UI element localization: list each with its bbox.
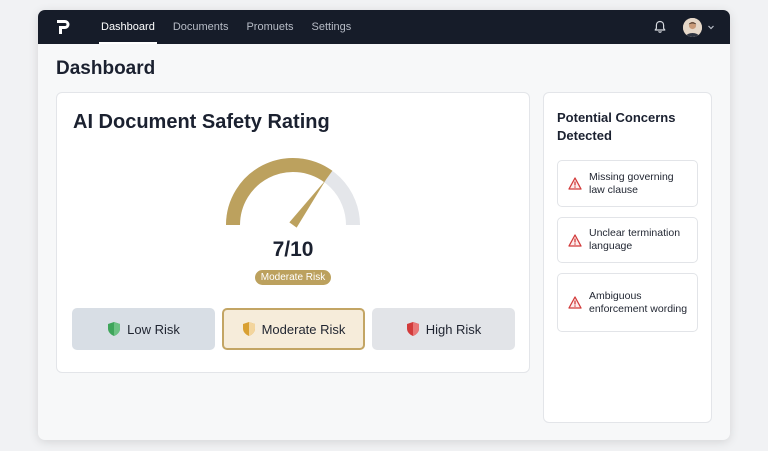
concerns-panel: Potential Concerns Detected Missing gove… (543, 92, 712, 423)
main-nav: Dashboard Documents Promuets Settings (92, 10, 360, 44)
risk-level-selector: Low Risk Moderate Risk High Risk (72, 308, 515, 350)
high-risk-button[interactable]: High Risk (372, 308, 515, 350)
shield-icon (406, 321, 420, 337)
topbar-actions (653, 17, 716, 37)
page-title: Dashboard (56, 58, 156, 79)
concern-text: Missing governing law clause (589, 170, 674, 196)
moderate-risk-button[interactable]: Moderate Risk (222, 308, 365, 350)
warning-triangle-icon (568, 296, 582, 309)
concern-item[interactable]: Ambiguous enforcement wording (557, 273, 698, 332)
bell-icon[interactable] (653, 20, 667, 34)
p-logo-icon[interactable] (54, 18, 72, 36)
risk-level-badge: Moderate Risk (254, 270, 332, 285)
user-avatar[interactable] (683, 17, 702, 37)
warning-triangle-icon (568, 177, 582, 190)
low-risk-button[interactable]: Low Risk (72, 308, 215, 350)
concern-text: Ambiguous enforcement wording (589, 289, 688, 315)
high-risk-label: High Risk (425, 321, 482, 337)
nav-tab-documents[interactable]: Documents (164, 10, 238, 44)
rating-card-title: AI Document Safety Rating (73, 111, 330, 133)
warning-triangle-icon (568, 233, 582, 247)
shield-icon (107, 321, 121, 337)
safety-score: 7/10 (272, 238, 314, 261)
concern-text: Unclear termination language (589, 227, 681, 252)
app-window: Dashboard Documents Promuets Settings Da… (38, 10, 730, 440)
moderate-risk-label: Moderate Risk (261, 321, 346, 337)
low-risk-label: Low Risk (127, 321, 180, 337)
top-navbar: Dashboard Documents Promuets Settings (38, 10, 730, 44)
nav-tab-dashboard[interactable]: Dashboard (92, 10, 164, 44)
shield-icon (242, 321, 256, 337)
safety-gauge (226, 158, 360, 228)
concerns-title: Potential Concerns Detected (557, 110, 676, 143)
concern-item[interactable]: Unclear termination language (557, 217, 698, 263)
concern-item[interactable]: Missing governing law clause (557, 160, 698, 207)
chevron-down-icon[interactable] (706, 22, 716, 32)
nav-tab-promuets[interactable]: Promuets (237, 10, 302, 44)
safety-rating-card: AI Document Safety Rating 7/10 Moderate … (56, 92, 530, 373)
nav-tab-settings[interactable]: Settings (303, 10, 361, 44)
gauge-needle (289, 179, 326, 228)
